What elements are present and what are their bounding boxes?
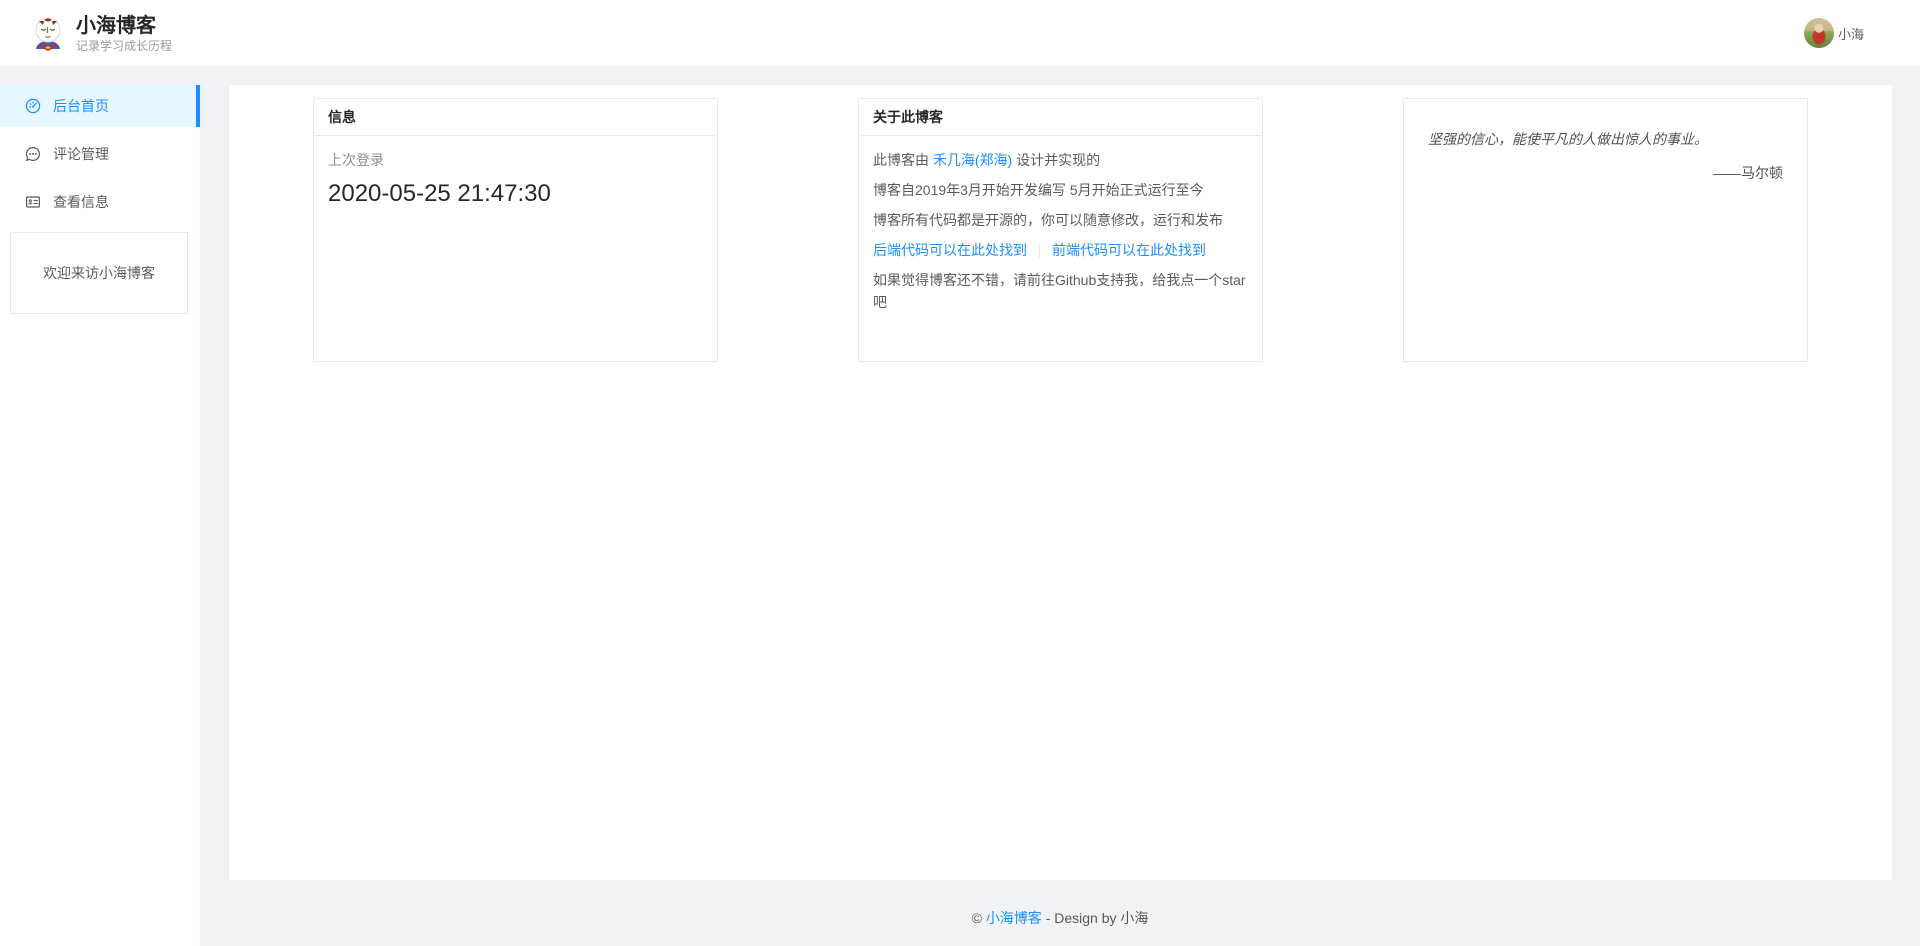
- footer-middle-text: - Design by: [1042, 910, 1121, 926]
- sidebar-item-comments[interactable]: 评论管理: [0, 133, 200, 175]
- user-menu[interactable]: 小海: [1804, 18, 1864, 48]
- blog-logo-icon: [30, 15, 66, 53]
- user-name: 小海: [1838, 24, 1864, 43]
- about-card: 关于此博客 此博客由 禾几海(郑海) 设计并实现的 博客自2019年3月开始开发…: [858, 98, 1263, 362]
- info-card: 信息 上次登录 2020-05-25 21:47:30: [313, 98, 718, 362]
- info-card-title: 信息: [314, 99, 717, 136]
- last-login-time: 2020-05-25 21:47:30: [328, 180, 703, 208]
- footer-site-link[interactable]: 小海博客: [986, 910, 1042, 926]
- about-author-suffix: 设计并实现的: [1012, 152, 1100, 168]
- sidebar-nav: 后台首页 评论管理 查看信息 欢迎来访小海博客: [0, 85, 200, 946]
- sidebar-item-view-info[interactable]: 查看信息: [0, 181, 200, 223]
- idcard-icon: [25, 194, 41, 210]
- app-header: 小海博客 记录学习成长历程 小海: [0, 0, 1920, 66]
- quote-card: 坚强的信心，能使平凡的人做出惊人的事业。 ——马尔顿: [1403, 98, 1808, 362]
- welcome-box: 欢迎来访小海博客: [10, 232, 188, 314]
- about-star-line: 如果觉得博客还不错，请前往Github支持我，给我点一个star吧: [873, 269, 1248, 313]
- user-avatar: [1804, 18, 1834, 48]
- main-content: 信息 上次登录 2020-05-25 21:47:30 关于此博客 此博客由 禾…: [229, 85, 1892, 880]
- sidebar-item-label: 后台首页: [53, 85, 109, 127]
- comment-icon: [25, 146, 41, 162]
- about-history-line: 博客自2019年3月开始开发编写 5月开始正式运行至今: [873, 179, 1248, 201]
- about-code-links-line: 后端代码可以在此处找到 前端代码可以在此处找到: [873, 239, 1248, 261]
- copyright-symbol: ©: [972, 910, 986, 926]
- about-author-prefix: 此博客由: [873, 152, 933, 168]
- frontend-code-link[interactable]: 前端代码可以在此处找到: [1052, 242, 1206, 258]
- site-subtitle: 记录学习成长历程: [76, 39, 172, 54]
- sidebar-item-label: 评论管理: [53, 133, 109, 175]
- footer-designer: 小海: [1120, 910, 1148, 926]
- author-link[interactable]: 禾几海(郑海): [933, 152, 1012, 168]
- about-author-line: 此博客由 禾几海(郑海) 设计并实现的: [873, 149, 1248, 171]
- backend-code-link[interactable]: 后端代码可以在此处找到: [873, 242, 1027, 258]
- dashboard-icon: [25, 98, 41, 114]
- page-footer: © 小海博客 - Design by 小海: [200, 880, 1920, 946]
- sidebar-item-label: 查看信息: [53, 181, 109, 223]
- vertical-divider: [1039, 245, 1040, 258]
- about-card-title: 关于此博客: [859, 99, 1262, 136]
- quote-text: 坚强的信心，能使平凡的人做出惊人的事业。: [1428, 128, 1783, 150]
- cards-row: 信息 上次登录 2020-05-25 21:47:30 关于此博客 此博客由 禾…: [229, 85, 1892, 362]
- site-title: 小海博客: [76, 14, 172, 38]
- last-login-label: 上次登录: [328, 149, 703, 171]
- quote-author: ——马尔顿: [1428, 163, 1783, 183]
- welcome-text: 欢迎来访小海博客: [43, 263, 155, 283]
- brand-logo-block[interactable]: 小海博客 记录学习成长历程: [30, 14, 172, 54]
- about-opensource-line: 博客所有代码都是开源的，你可以随意修改，运行和发布: [873, 209, 1248, 231]
- sidebar-item-dashboard[interactable]: 后台首页: [0, 85, 200, 127]
